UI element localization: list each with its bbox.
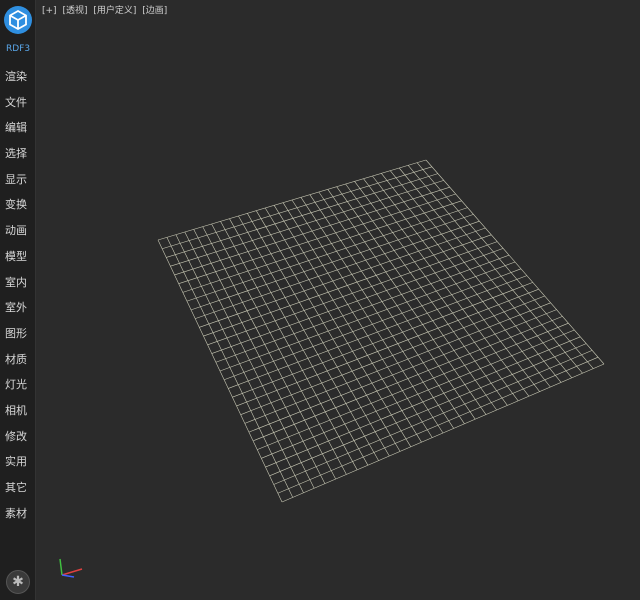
grid-line-u	[354, 181, 519, 401]
grid-line-v	[240, 295, 545, 415]
plane-grid-object[interactable]	[36, 0, 640, 600]
grid-line-u	[327, 189, 487, 415]
sidebar-item-material[interactable]: 材质	[0, 347, 36, 373]
grid-line-v	[244, 302, 551, 424]
sidebar-item-shapes[interactable]: 图形	[0, 321, 36, 347]
sidebar-item-edit[interactable]: 编辑	[0, 115, 36, 141]
cube-logo-icon[interactable]	[4, 6, 32, 34]
brand-label: RDF3	[5, 44, 31, 54]
grid-line-v	[252, 316, 563, 442]
sidebar-item-interior[interactable]: 室内	[0, 270, 36, 296]
grid-line-u	[416, 162, 594, 369]
viewport-perspective[interactable]: [+] [透视] [用户定义] [边画]	[36, 0, 640, 600]
sidebar-item-file[interactable]: 文件	[0, 90, 36, 116]
grid-line-v	[269, 343, 587, 477]
grid-line-u	[407, 165, 583, 374]
sidebar: RDF3 渲染 文件 编辑 选择 显示 变换 动画 模型 室内 室外 图形 材质…	[0, 0, 36, 600]
grid-line-u	[425, 159, 605, 365]
sidebar-item-exterior[interactable]: 室外	[0, 295, 36, 321]
grid-line-u	[390, 170, 562, 383]
grid-line-v	[277, 356, 599, 494]
axis-gizmo-icon	[59, 558, 83, 578]
sidebar-item-display[interactable]: 显示	[0, 167, 36, 193]
grid-line-v	[248, 309, 557, 433]
sidebar-item-camera[interactable]: 相机	[0, 398, 36, 424]
sidebar-item-animation[interactable]: 动画	[0, 218, 36, 244]
grid-line-u	[336, 186, 497, 411]
grid-line-v	[273, 350, 593, 485]
sidebar-item-transform[interactable]: 变换	[0, 192, 36, 218]
app-window: RDF3 渲染 文件 编辑 选择 显示 变换 动画 模型 室内 室外 图形 材质…	[0, 0, 640, 600]
sidebar-item-select[interactable]: 选择	[0, 141, 36, 167]
sidebar-item-model[interactable]: 模型	[0, 244, 36, 270]
grid-line-u	[363, 178, 530, 397]
sidebar-item-modify[interactable]: 修改	[0, 424, 36, 450]
gear-icon[interactable]: ✱	[6, 570, 30, 594]
grid-line-u	[345, 183, 508, 406]
grid-line-u	[309, 194, 465, 424]
sidebar-menu: 渲染 文件 编辑 选择 显示 变换 动画 模型 室内 室外 图形 材质 灯光 相…	[0, 64, 36, 526]
sidebar-item-render[interactable]: 渲染	[0, 64, 36, 90]
sidebar-item-lights[interactable]: 灯光	[0, 372, 36, 398]
grid-line-v	[236, 288, 539, 407]
sidebar-item-other[interactable]: 其它	[0, 475, 36, 501]
sidebar-item-assets[interactable]: 素材	[0, 501, 36, 527]
sidebar-item-utilities[interactable]: 实用	[0, 449, 36, 475]
grid-line-v	[281, 363, 605, 503]
